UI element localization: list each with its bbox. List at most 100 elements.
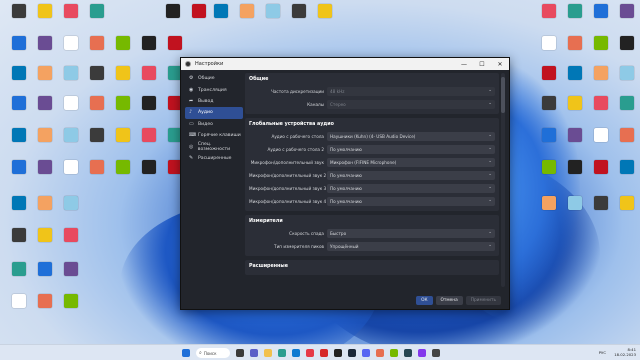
mic-aux-4-select[interactable]: По умолчанию ⌄ xyxy=(327,197,495,206)
app-icon xyxy=(142,66,156,80)
desktop-shortcut-icon[interactable] xyxy=(82,4,112,34)
app-icon[interactable] xyxy=(432,349,440,357)
input-language[interactable]: РУС xyxy=(599,350,606,355)
app-icon xyxy=(594,160,608,174)
settings-content: Общие Частота дискретизации 48 kHz ⌄ Кана… xyxy=(245,73,499,287)
app-icon xyxy=(90,66,104,80)
app-icon[interactable] xyxy=(376,349,384,357)
file-explorer-icon[interactable] xyxy=(264,349,272,357)
group-title: Глобальные устройства аудио xyxy=(249,122,334,127)
app-icon xyxy=(90,36,104,50)
app-icon[interactable] xyxy=(418,349,426,357)
maximize-button[interactable]: ☐ xyxy=(473,58,491,70)
discord-icon[interactable] xyxy=(362,349,370,357)
sidebar-item-label: Трансляция xyxy=(198,87,227,93)
close-button[interactable]: ✕ xyxy=(491,58,509,70)
mic-aux-select[interactable]: Микрофон (FIFINE Microphone) ⌄ xyxy=(327,158,495,167)
search-label: Поиск xyxy=(203,350,217,356)
audio-icon: ♪ xyxy=(189,109,193,116)
minimize-button[interactable]: — xyxy=(455,58,473,70)
app-icon[interactable] xyxy=(306,349,314,357)
taskbar-search[interactable]: ⌕ Поиск xyxy=(196,348,230,358)
app-icon xyxy=(166,4,180,18)
desktop-shortcut-icon[interactable] xyxy=(612,36,640,66)
sidebar-item-output[interactable]: ➦ Вывод xyxy=(185,96,243,107)
desktop-shortcut-icon[interactable] xyxy=(612,66,640,96)
obs-app-icon xyxy=(185,61,191,67)
field-label: Тип измерителя пиков xyxy=(274,244,324,249)
sidebar-item-audio[interactable]: ♪ Аудио xyxy=(185,107,243,119)
desktop-shortcut-icon[interactable] xyxy=(612,4,640,34)
decay-rate-row: Скорость спада Быстро ⌄ xyxy=(249,227,495,240)
mic-aux-row: Микрофон/дополнительный звук Микрофон (F… xyxy=(249,156,495,169)
field-label: Аудио с рабочего стола xyxy=(271,134,324,139)
select-value: 48 kHz xyxy=(330,89,345,94)
field-label: Микрофон/дополнительный звук xyxy=(250,160,324,165)
task-view-icon[interactable] xyxy=(236,349,244,357)
desktop-shortcut-icon[interactable] xyxy=(612,128,640,158)
start-icon[interactable] xyxy=(182,349,190,357)
opera-icon[interactable] xyxy=(320,349,328,357)
steam-icon[interactable] xyxy=(348,349,356,357)
app-icon xyxy=(568,128,582,142)
store-icon[interactable] xyxy=(292,349,300,357)
chevron-down-icon: ⌄ xyxy=(488,101,492,106)
sidebar-item-general[interactable]: ⚙ Общие xyxy=(185,73,243,84)
sidebar-item-video[interactable]: ▭ Видео xyxy=(185,119,243,130)
obs-taskbar-icon[interactable] xyxy=(334,349,342,357)
app-icon[interactable] xyxy=(404,349,412,357)
clock[interactable]: 8:41 18.02.2023 xyxy=(614,347,636,357)
ok-button[interactable]: ОК xyxy=(416,295,433,305)
app-icon xyxy=(38,36,52,50)
sample-rate-select: 48 kHz ⌄ xyxy=(327,87,495,96)
app-icon xyxy=(64,4,78,18)
desktop-audio-2-row: Аудио с рабочего стола 2 По умолчанию ⌄ xyxy=(249,143,495,156)
sidebar-item-stream[interactable]: ◉ Трансляция xyxy=(185,84,243,95)
app-icon xyxy=(38,262,52,276)
app-icon xyxy=(12,128,26,142)
decay-rate-select[interactable]: Быстро ⌄ xyxy=(327,229,495,238)
app-icon xyxy=(38,128,52,142)
desktop-shortcut-icon[interactable] xyxy=(56,196,86,226)
desktop-shortcut-icon[interactable] xyxy=(56,294,86,324)
desktop-shortcut-icon[interactable] xyxy=(310,4,340,34)
channels-row: Каналы Стерео ⌄ xyxy=(249,98,495,111)
scrollbar-thumb[interactable] xyxy=(501,77,505,113)
desktop-audio-2-select[interactable]: По умолчанию ⌄ xyxy=(327,145,495,154)
desktop-shortcut-icon[interactable] xyxy=(612,196,640,226)
field-label: Микрофон/дополнительный звук 2 xyxy=(249,173,327,178)
mic-aux-3-select[interactable]: По умолчанию ⌄ xyxy=(327,184,495,193)
app-icon xyxy=(168,36,182,50)
desktop-shortcut-icon[interactable] xyxy=(612,160,640,190)
desktop-shortcut-icon[interactable] xyxy=(612,96,640,126)
desktop-shortcut-icon[interactable] xyxy=(56,228,86,258)
sidebar-item-advanced[interactable]: ✎ Расширенные xyxy=(185,153,243,164)
app-icon xyxy=(594,4,608,18)
group-title: Измерители xyxy=(249,219,283,224)
app-icon xyxy=(90,96,104,110)
sidebar-item-accessibility[interactable]: ◎ Спец. возможности xyxy=(185,141,243,152)
content-scrollbar[interactable] xyxy=(501,73,505,287)
apply-button[interactable]: Применить xyxy=(465,295,501,305)
accessibility-icon: ◎ xyxy=(189,143,194,150)
app-icon xyxy=(568,4,582,18)
wrench-icon: ✎ xyxy=(189,154,194,161)
app-icon xyxy=(594,66,608,80)
cancel-button[interactable]: Отмена xyxy=(435,295,463,305)
app-icon[interactable] xyxy=(390,349,398,357)
mic-aux-2-select[interactable]: По умолчанию ⌄ xyxy=(327,171,495,180)
select-value: По умолчанию xyxy=(330,147,362,152)
app-icon xyxy=(142,128,156,142)
chevron-down-icon: ⌄ xyxy=(488,172,492,177)
app-icon xyxy=(542,4,556,18)
chat-icon[interactable] xyxy=(250,349,258,357)
peak-meter-type-select[interactable]: Упрощённый ⌄ xyxy=(327,242,495,251)
desktop-audio-select[interactable]: Наушники (Kuhn) (4- USB Audio Device) ⌄ xyxy=(327,132,495,141)
edge-icon[interactable] xyxy=(278,349,286,357)
app-icon xyxy=(620,196,634,210)
select-value: Наушники (Kuhn) (4- USB Audio Device) xyxy=(330,134,416,139)
desktop-shortcut-icon[interactable] xyxy=(56,262,86,292)
title-bar[interactable]: Настройки — ☐ ✕ xyxy=(181,58,509,70)
sidebar-item-hotkeys[interactable]: ⌨ Горячие клавиши xyxy=(185,130,243,141)
channels-select: Стерео ⌄ xyxy=(327,100,495,109)
